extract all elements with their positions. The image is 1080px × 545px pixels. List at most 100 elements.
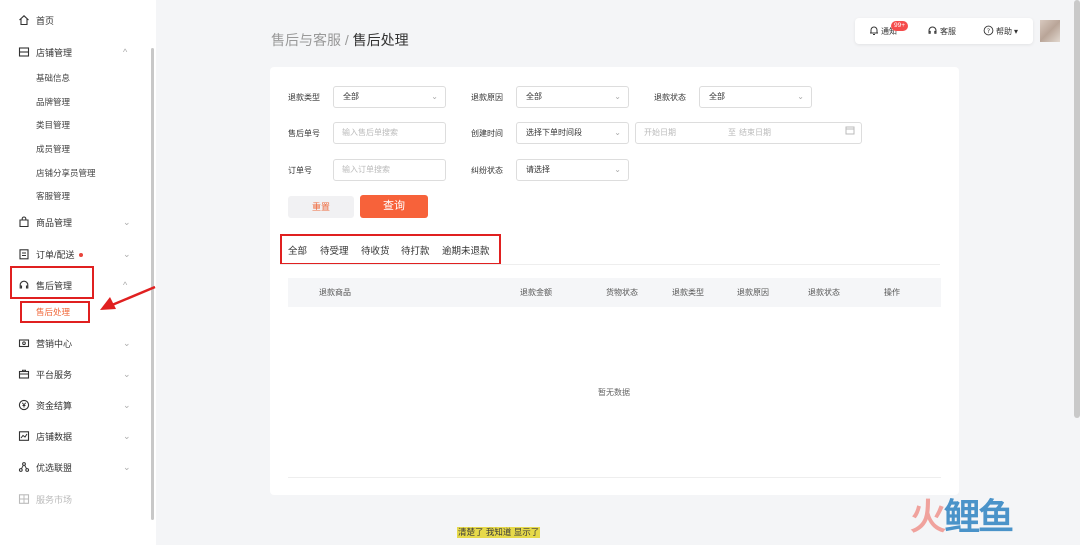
question-circle-icon: ? xyxy=(983,25,994,38)
after-sale-no-input[interactable]: 输入售后单搜索 xyxy=(333,122,446,144)
th-goods-status: 货物状态 xyxy=(606,288,638,297)
nav-marketing[interactable]: 营销中心 ⌄ xyxy=(0,333,150,353)
nav-store-mgmt[interactable]: 店铺管理 ^ xyxy=(0,42,150,62)
highlight-box-after-sales xyxy=(10,266,94,299)
order-no-label: 订单号 xyxy=(288,166,312,175)
nav-orders-text: 订单/配送 xyxy=(36,249,75,260)
sub-item-basic-info[interactable]: 基础信息 xyxy=(36,71,70,85)
empty-state: 暂无数据 xyxy=(598,388,630,397)
highlight-box-tabs xyxy=(280,234,501,265)
nav-finance[interactable]: 资金结算 ⌄ xyxy=(0,395,150,415)
top-toolbar: 通知 99+ 客服 ? 帮助 ▾ xyxy=(855,18,1033,44)
chevron-up-icon: ^ xyxy=(123,47,128,57)
nav-market[interactable]: 服务市场 xyxy=(0,489,150,509)
query-button[interactable]: 查询 xyxy=(360,195,428,218)
home-icon xyxy=(18,14,30,26)
dispute-status-label: 纠纷状态 xyxy=(471,166,503,175)
nav-label: 店铺管理 xyxy=(36,47,73,58)
avatar[interactable] xyxy=(1040,20,1060,42)
nav-alliance[interactable]: 优选联盟 ⌄ xyxy=(0,457,150,477)
sub-item-members[interactable]: 成员管理 xyxy=(36,142,70,156)
nav-home[interactable]: 首页 xyxy=(0,10,150,30)
chevron-down-icon: ⌄ xyxy=(123,368,131,379)
yuan-icon xyxy=(18,399,30,411)
headset-icon xyxy=(927,25,938,38)
nav-product-mgmt[interactable]: 商品管理 ⌄ xyxy=(0,212,150,232)
order-no-input[interactable]: 输入订单搜索 xyxy=(333,159,446,181)
sub-item-sharers[interactable]: 店铺分享员管理 xyxy=(36,166,96,180)
end-date-input[interactable]: 结束日期 xyxy=(739,123,771,143)
nav-label: 平台服务 xyxy=(36,369,73,380)
create-time-value: 选择下单时间段 xyxy=(526,128,582,137)
arrow-annotation-icon xyxy=(100,285,156,310)
service-button[interactable]: 客服 xyxy=(927,25,956,38)
start-date-input[interactable]: 开始日期 xyxy=(644,128,676,137)
notification-dot xyxy=(78,253,83,258)
nav-label: 优选联盟 xyxy=(36,462,73,473)
chart-icon xyxy=(18,430,30,442)
reset-button[interactable]: 重置 xyxy=(288,196,354,218)
th-refund-reason: 退款原因 xyxy=(737,288,769,297)
briefcase-icon xyxy=(18,368,30,380)
refund-reason-label: 退款原因 xyxy=(471,93,503,102)
nav-platform[interactable]: 平台服务 ⌄ xyxy=(0,364,150,384)
nav-label: 首页 xyxy=(36,15,55,26)
chevron-down-icon: ⌄ xyxy=(431,92,438,101)
chevron-down-icon: ⌄ xyxy=(123,337,131,348)
nav-label: 商品管理 xyxy=(36,217,73,228)
refund-reason-value: 全部 xyxy=(526,92,542,101)
chevron-down-icon: ⌄ xyxy=(123,461,131,472)
nav-orders[interactable]: 订单/配送 ⌄ xyxy=(0,244,150,264)
chevron-down-icon: ⌄ xyxy=(123,430,131,441)
logo-part-a: 火 xyxy=(910,497,946,538)
nav-label: 营销中心 xyxy=(36,338,73,349)
help-button[interactable]: ? 帮助 ▾ xyxy=(983,25,1018,38)
th-refund-product: 退款商品 xyxy=(319,288,351,297)
grid-icon xyxy=(18,493,30,505)
chevron-down-icon: ⌄ xyxy=(123,399,131,410)
create-time-label: 创建时间 xyxy=(471,129,503,138)
bell-icon xyxy=(869,25,879,38)
date-range-picker[interactable]: 开始日期 至 结束日期 xyxy=(635,122,862,144)
sub-item-service[interactable]: 客服管理 xyxy=(36,189,70,203)
th-actions: 操作 xyxy=(884,288,900,297)
sub-item-category[interactable]: 类目管理 xyxy=(36,118,70,132)
nav-label: 服务市场 xyxy=(36,494,73,505)
highlight-box-after-sales-process xyxy=(20,301,90,323)
network-icon xyxy=(18,461,30,473)
create-time-select[interactable]: 选择下单时间段 ⌄ xyxy=(516,122,629,144)
th-refund-status: 退款状态 xyxy=(808,288,840,297)
chevron-down-icon: ⌄ xyxy=(123,216,131,227)
brand-logo: 火鲤鱼 xyxy=(910,497,1014,538)
dispute-status-value: 请选择 xyxy=(526,165,550,174)
chevron-down-icon: ⌄ xyxy=(797,92,804,101)
breadcrumb-parent[interactable]: 售后与客服 xyxy=(271,32,341,48)
refund-status-value: 全部 xyxy=(709,92,725,101)
th-refund-type: 退款类型 xyxy=(672,288,704,297)
bag-icon xyxy=(18,216,30,228)
caret-down-icon: ▾ xyxy=(1014,26,1019,36)
refund-reason-select[interactable]: 全部 ⌄ xyxy=(516,86,629,108)
breadcrumb-current: 售后处理 xyxy=(352,32,409,48)
caption-watermark: 清楚了 我知道 显示了 xyxy=(457,527,541,538)
chevron-down-icon: ⌄ xyxy=(614,128,621,137)
calendar-icon xyxy=(845,123,855,143)
dispute-status-select[interactable]: 请选择 ⌄ xyxy=(516,159,629,181)
sub-item-brand[interactable]: 品牌管理 xyxy=(36,95,70,109)
refund-status-select[interactable]: 全部 ⌄ xyxy=(699,86,812,108)
breadcrumb-separator: / xyxy=(341,32,353,48)
ticket-icon xyxy=(18,337,30,349)
nav-label: 订单/配送 xyxy=(36,248,83,261)
refund-type-select[interactable]: 全部 ⌄ xyxy=(333,86,446,108)
logo-part-b: 鲤鱼 xyxy=(944,497,1014,538)
refund-type-label: 退款类型 xyxy=(288,93,320,102)
nav-data[interactable]: 店铺数据 ⌄ xyxy=(0,426,150,446)
page-scrollbar[interactable] xyxy=(1074,0,1080,418)
clipboard-icon xyxy=(18,248,30,260)
store-icon xyxy=(18,46,30,58)
chevron-down-icon: ⌄ xyxy=(614,92,621,101)
th-refund-amount: 退款金额 xyxy=(520,288,552,297)
notice-badge: 99+ xyxy=(891,21,909,31)
table-bottom-divider xyxy=(288,477,941,478)
chevron-down-icon: ⌄ xyxy=(123,248,131,259)
